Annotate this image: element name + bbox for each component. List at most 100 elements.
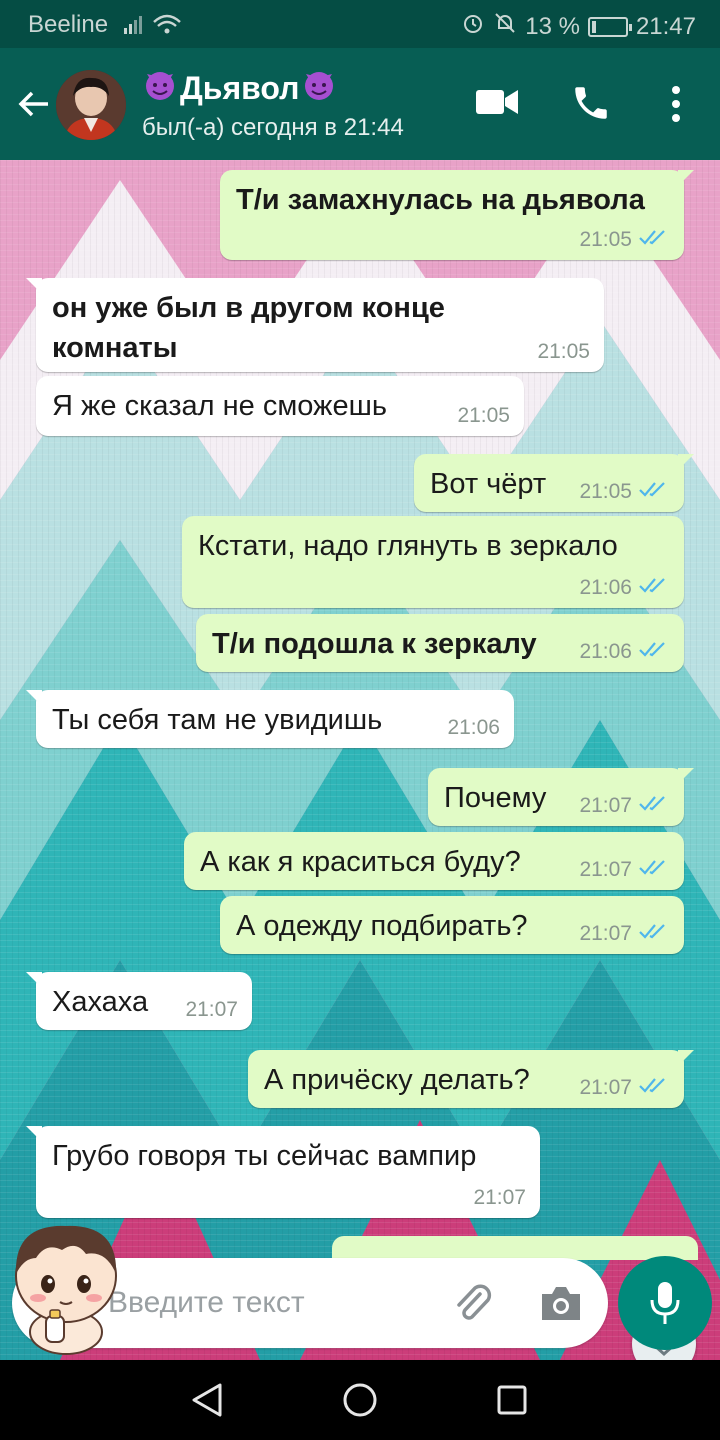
message-meta: 21:07 bbox=[579, 922, 670, 946]
clock: 21:47 bbox=[635, 12, 696, 40]
message-time: 21:07 bbox=[579, 1076, 632, 1099]
message-time: 21:05 bbox=[457, 404, 510, 427]
message-time: 21:07 bbox=[579, 794, 632, 817]
message-text: Почему bbox=[444, 782, 547, 814]
double-check-read-icon bbox=[638, 922, 670, 946]
status-bar: Beeline 13 % 21:47 bbox=[0, 0, 720, 48]
nav-back-icon[interactable] bbox=[190, 1382, 224, 1423]
message-time: 21:07 bbox=[185, 998, 238, 1021]
message-text: Хахаха bbox=[52, 986, 149, 1018]
message-time: 21:07 bbox=[579, 922, 632, 945]
video-call-icon[interactable] bbox=[474, 82, 520, 127]
nav-recents-icon[interactable] bbox=[496, 1384, 528, 1421]
microphone-icon bbox=[649, 1280, 681, 1331]
battery-icon bbox=[587, 16, 632, 37]
message-meta: 21:07 bbox=[579, 794, 670, 818]
bubble-tail bbox=[26, 972, 42, 988]
message-text: Т/и подошла к зеркалу bbox=[212, 628, 537, 660]
last-seen-status: был(-а) сегодня в 21:44 bbox=[142, 114, 404, 141]
double-check-read-icon bbox=[638, 1076, 670, 1100]
message-meta: 21:07 bbox=[473, 1186, 526, 1210]
message-time: 21:05 bbox=[537, 340, 590, 363]
devil-emoji-icon bbox=[301, 66, 337, 110]
avatar[interactable] bbox=[56, 70, 126, 140]
message-meta: 21:07 bbox=[579, 858, 670, 882]
chat-header: Дьявол был(-а) сегодня в 21:44 bbox=[0, 48, 720, 160]
outgoing-message[interactable]: Почему 21:07 bbox=[428, 768, 694, 826]
bubble-tail bbox=[26, 1126, 42, 1142]
message-time: 21:06 bbox=[579, 576, 632, 599]
message-text: Кстати, надо глянуть в зеркало bbox=[198, 530, 618, 562]
voice-record-button[interactable] bbox=[618, 1256, 712, 1350]
system-nav-bar bbox=[0, 1360, 720, 1440]
incoming-message[interactable]: Ты себя там не увидишь 21:06 bbox=[26, 690, 514, 748]
paperclip-icon[interactable] bbox=[450, 1280, 496, 1331]
nav-home-icon[interactable] bbox=[342, 1382, 378, 1423]
message-meta: 21:06 bbox=[447, 716, 500, 740]
battery-percent: 13 % bbox=[525, 12, 580, 40]
bubble-tail bbox=[678, 768, 694, 784]
message-text: он уже был в другом конце комнаты bbox=[52, 288, 445, 368]
message-text: Я же сказал не сможешь bbox=[52, 390, 387, 422]
incoming-message[interactable]: Я же сказал не сможешь 21:05 bbox=[36, 376, 524, 436]
bubble-tail bbox=[26, 278, 42, 294]
outgoing-message[interactable]: Т/и замахнулась на дьявола 21:05 bbox=[220, 170, 694, 260]
double-check-read-icon bbox=[638, 858, 670, 882]
bubble-tail bbox=[678, 170, 694, 186]
outgoing-message[interactable]: Т/и подошла к зеркалу 21:06 bbox=[196, 614, 684, 672]
message-text: Ты себя там не увидишь bbox=[52, 704, 383, 736]
double-check-read-icon bbox=[638, 794, 670, 818]
outgoing-message[interactable]: А как я краситься буду? 21:07 bbox=[184, 832, 684, 890]
bubble-tail bbox=[678, 1050, 694, 1066]
phone-icon[interactable] bbox=[570, 82, 612, 129]
message-meta: 21:05 bbox=[537, 340, 590, 364]
signal-wifi-icon bbox=[122, 12, 182, 43]
chibi-sticker bbox=[6, 1214, 126, 1356]
message-meta: 21:07 bbox=[579, 1076, 670, 1100]
message-meta: 21:05 bbox=[457, 404, 510, 428]
message-text: Грубо говоря ты сейчас вампир bbox=[52, 1140, 477, 1172]
message-input-placeholder[interactable]: Введите текст bbox=[108, 1286, 305, 1320]
message-text-line: комнаты bbox=[52, 332, 178, 364]
message-text: Т/и замахнулась на дьявола bbox=[236, 184, 645, 216]
outgoing-message[interactable]: А причёску делать? 21:07 bbox=[248, 1050, 694, 1108]
message-time: 21:06 bbox=[447, 716, 500, 739]
bubble-tail bbox=[26, 690, 42, 706]
chat-area[interactable]: Т/и замахнулась на дьявола 21:05 он уже бы… bbox=[0, 160, 720, 1360]
message-time: 21:05 bbox=[579, 228, 632, 251]
contact-name[interactable]: Дьявол bbox=[142, 66, 337, 110]
outgoing-message[interactable]: Кстати, надо глянуть в зеркало 21:06 bbox=[182, 516, 684, 608]
message-time: 21:06 bbox=[579, 640, 632, 663]
incoming-message[interactable]: Хахаха 21:07 bbox=[26, 972, 252, 1030]
devil-emoji-icon bbox=[142, 66, 178, 110]
alarm-icon bbox=[461, 11, 485, 42]
double-check-read-icon bbox=[638, 480, 670, 504]
outgoing-message[interactable]: А одежду подбирать? 21:07 bbox=[220, 896, 684, 954]
bubble-tail bbox=[678, 454, 694, 470]
double-check-read-icon bbox=[638, 640, 670, 664]
message-meta: 21:07 bbox=[185, 998, 238, 1022]
outgoing-message[interactable]: Вот чёрт 21:05 bbox=[414, 454, 694, 512]
incoming-message[interactable]: Грубо говоря ты сейчас вампир 21:07 bbox=[26, 1126, 540, 1218]
contact-name-text: Дьявол bbox=[180, 69, 300, 106]
message-time: 21:07 bbox=[579, 858, 632, 881]
mute-bell-icon bbox=[493, 11, 517, 42]
double-check-read-icon bbox=[638, 576, 670, 600]
message-text-line: он уже был в другом конце bbox=[52, 292, 445, 324]
double-check-read-icon bbox=[638, 228, 670, 252]
carrier-name: Beeline bbox=[28, 11, 109, 38]
message-meta: 21:05 bbox=[579, 228, 670, 252]
more-vert-icon[interactable] bbox=[664, 84, 688, 129]
message-text: А одежду подбирать? bbox=[236, 910, 528, 942]
message-time: 21:07 bbox=[473, 1186, 526, 1209]
message-meta: 21:06 bbox=[579, 576, 670, 600]
incoming-message[interactable]: он уже был в другом конце комнаты 21:05 bbox=[26, 278, 604, 372]
message-time: 21:05 bbox=[579, 480, 632, 503]
message-text: А как я краситься буду? bbox=[200, 846, 521, 878]
partial-message-bubble bbox=[332, 1236, 698, 1260]
message-meta: 21:06 bbox=[579, 640, 670, 664]
camera-icon[interactable] bbox=[538, 1282, 584, 1329]
back-arrow-icon[interactable] bbox=[14, 84, 54, 124]
message-text: А причёску делать? bbox=[264, 1064, 530, 1096]
message-meta: 21:05 bbox=[579, 480, 670, 504]
